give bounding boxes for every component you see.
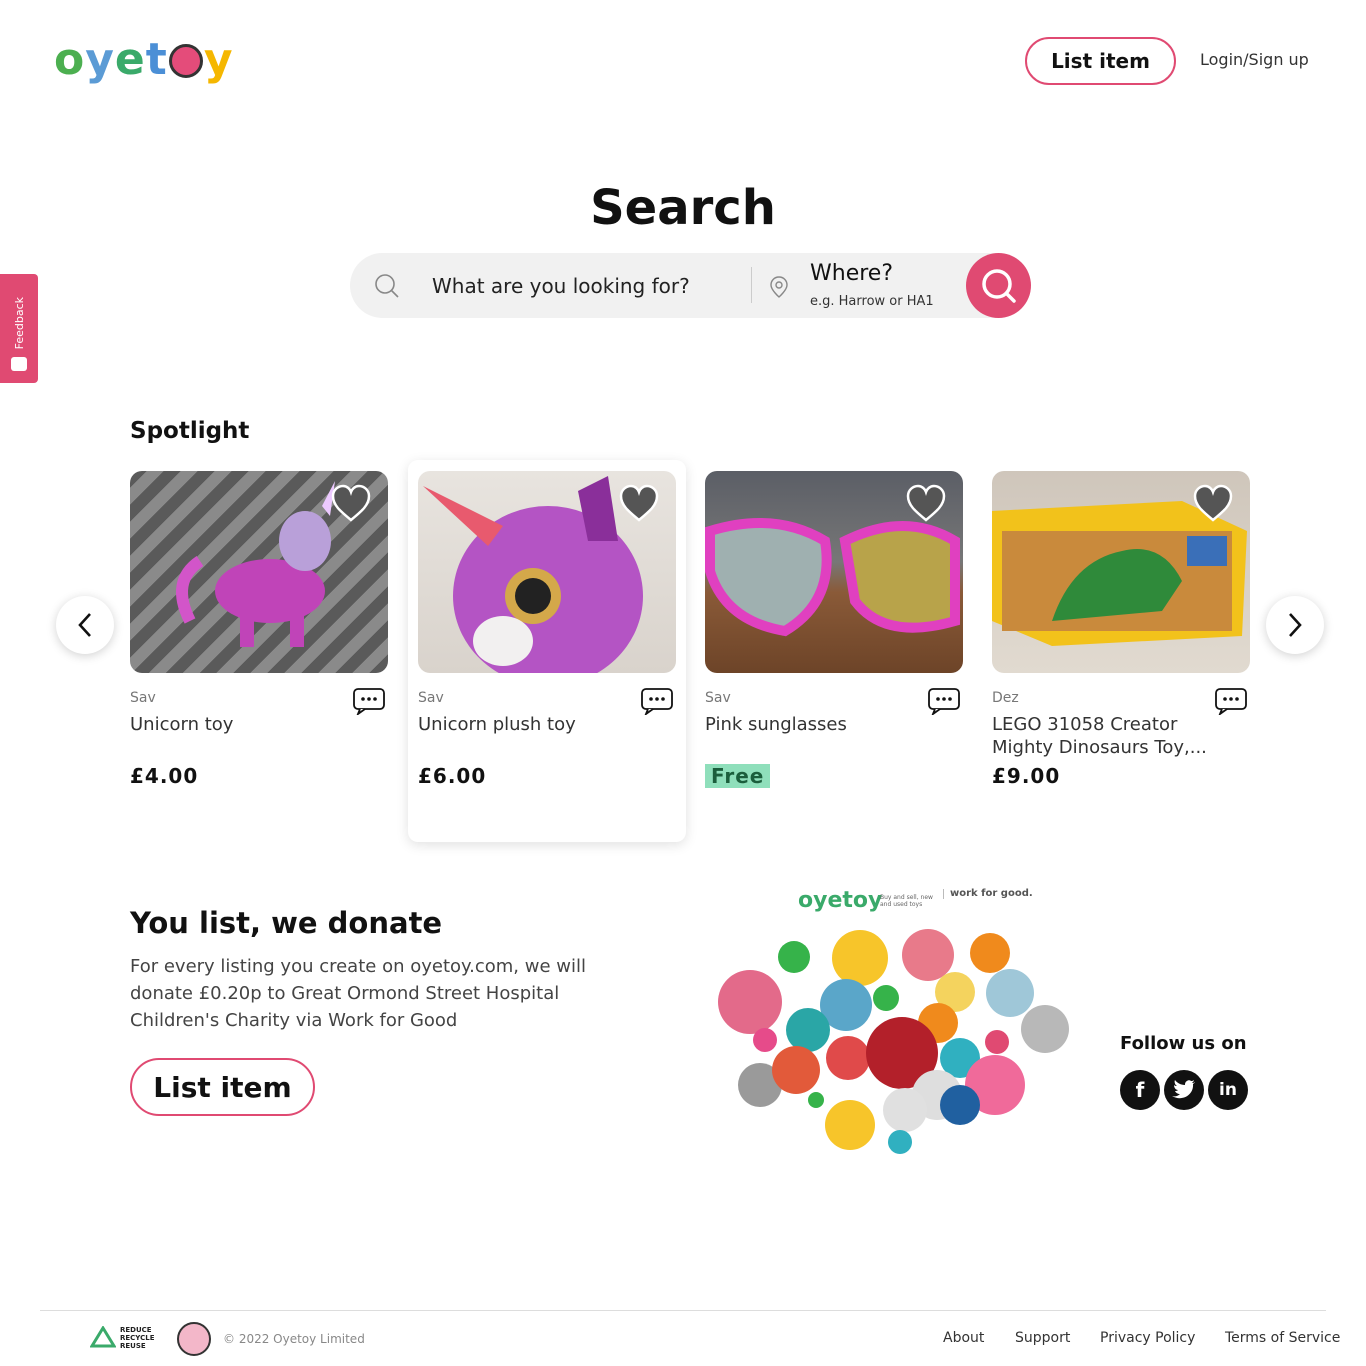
- facebook-icon[interactable]: f: [1120, 1070, 1160, 1110]
- search-submit-button[interactable]: [966, 253, 1031, 318]
- twitter-icon[interactable]: [1164, 1070, 1204, 1110]
- recycle-text-line: RECYCLE: [120, 1334, 155, 1342]
- footer-link-support[interactable]: Support: [1015, 1330, 1070, 1346]
- recycle-text-line: REUSE: [120, 1342, 146, 1350]
- product-title[interactable]: Pink sunglasses: [705, 713, 935, 736]
- free-badge: Free: [705, 764, 771, 788]
- product-image-unicorn-toy[interactable]: [130, 471, 388, 673]
- product-price: £4.00: [130, 764, 199, 788]
- recycle-text-line: REDUCE: [120, 1326, 152, 1334]
- footer-divider: [40, 1310, 1326, 1311]
- cat-face-icon: [177, 1322, 211, 1356]
- logo-letter: y: [85, 34, 115, 85]
- reduce-recycle-reuse-badge: REDUCE RECYCLE REUSE: [90, 1326, 155, 1350]
- product-card[interactable]: Sav Unicorn toy £4.00: [130, 460, 408, 842]
- search-bar: Where? e.g. Harrow or HA1: [350, 253, 1030, 318]
- twitter-bird-icon: [1172, 1080, 1195, 1099]
- chevron-right-icon: [1289, 613, 1302, 637]
- product-title[interactable]: LEGO 31058 Creator Mighty Dinosaurs Toy,…: [992, 713, 1222, 759]
- feedback-label: Feedback: [12, 296, 26, 349]
- donate-description: For every listing you create on oyetoy.c…: [130, 956, 586, 1031]
- footer-link-privacy-policy[interactable]: Privacy Policy: [1100, 1330, 1195, 1346]
- toy-collage: oyetoy Buy and sell, new and used toys w…: [710, 880, 1080, 1160]
- oyetoy-logo[interactable]: o y e t y: [54, 34, 234, 85]
- footer-link-about[interactable]: About: [943, 1330, 984, 1346]
- logo-letter: t: [145, 34, 168, 85]
- cat-face-icon: [168, 44, 203, 78]
- seller-name: Sav: [705, 690, 731, 706]
- search-divider: [751, 267, 752, 303]
- product-image-unicorn-plush[interactable]: [418, 471, 676, 673]
- carousel-prev-button[interactable]: [56, 596, 114, 654]
- carousel-next-button[interactable]: [1266, 596, 1324, 654]
- product-title[interactable]: Unicorn plush toy: [418, 713, 648, 736]
- product-price: £6.00: [418, 764, 487, 788]
- collage-circles: [718, 929, 1069, 1154]
- logo-letter: y: [203, 34, 234, 85]
- product-card[interactable]: Sav Pink sunglasses Free: [705, 460, 983, 842]
- message-chat-icon[interactable]: [352, 687, 386, 715]
- cat-face-icon: [11, 357, 27, 371]
- login-signup-link[interactable]: Login/Sign up: [1200, 50, 1309, 69]
- location-pin-icon: [770, 276, 788, 298]
- chevron-left-icon: [78, 613, 91, 637]
- search-title: Search: [590, 180, 776, 236]
- seller-name: Sav: [418, 690, 444, 706]
- search-icon: [981, 268, 1016, 303]
- search-icon: [375, 274, 399, 298]
- product-card[interactable]: Dez LEGO 31058 Creator Mighty Dinosaurs …: [992, 460, 1270, 842]
- message-chat-icon[interactable]: [927, 687, 961, 715]
- where-placeholder[interactable]: e.g. Harrow or HA1: [810, 294, 934, 309]
- message-chat-icon[interactable]: [640, 687, 674, 715]
- donate-title: You list, we donate: [130, 906, 443, 940]
- seller-name: Dez: [992, 690, 1019, 706]
- spotlight-title: Spotlight: [130, 418, 250, 444]
- linkedin-icon[interactable]: in: [1208, 1070, 1248, 1110]
- favorite-heart-icon[interactable]: [618, 483, 660, 523]
- logo-letter: e: [114, 34, 146, 85]
- logo-letter: o: [54, 34, 86, 85]
- favorite-heart-icon[interactable]: [905, 483, 947, 523]
- message-chat-icon[interactable]: [1214, 687, 1248, 715]
- footer-link-terms-of-service[interactable]: Terms of Service: [1225, 1330, 1340, 1346]
- where-label[interactable]: Where?: [810, 261, 893, 286]
- product-image-lego-dinosaurs[interactable]: [992, 471, 1250, 673]
- product-title[interactable]: Unicorn toy: [130, 713, 360, 736]
- recycle-icon: [90, 1326, 116, 1348]
- feedback-tab[interactable]: Feedback: [0, 274, 38, 383]
- product-price: £9.00: [992, 764, 1061, 788]
- favorite-heart-icon[interactable]: [1192, 483, 1234, 523]
- search-input[interactable]: [432, 253, 742, 318]
- donate-list-item-button[interactable]: List item: [130, 1058, 315, 1116]
- copyright-text: © 2022 Oyetoy Limited: [223, 1332, 365, 1346]
- product-image-pink-sunglasses[interactable]: [705, 471, 963, 673]
- seller-name: Sav: [130, 690, 156, 706]
- follow-us-title: Follow us on: [1120, 1033, 1247, 1054]
- product-card[interactable]: Sav Unicorn plush toy £6.00: [408, 460, 686, 842]
- header-list-item-button[interactable]: List item: [1025, 37, 1176, 85]
- favorite-heart-icon[interactable]: [330, 483, 372, 523]
